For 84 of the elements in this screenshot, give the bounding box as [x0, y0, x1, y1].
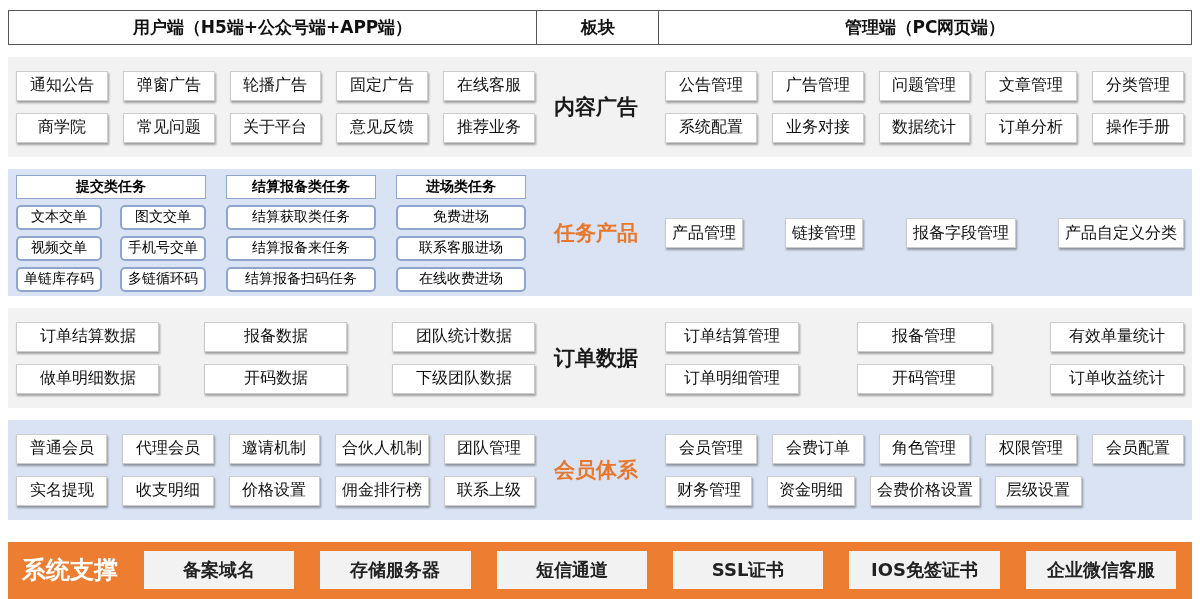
feature-item: 订单结算数据 [16, 321, 159, 352]
feature-item: 角色管理 [878, 433, 971, 464]
feature-item: 数据统计 [878, 112, 971, 143]
feature-item: 订单收益统计 [1049, 363, 1184, 394]
feature-item: 财务管理 [665, 475, 753, 506]
support-item: 短信通道 [496, 551, 647, 590]
feature-item: 团队统计数据 [392, 321, 535, 352]
task-item: 视频交单 [16, 235, 102, 261]
feature-item: 公告管理 [665, 70, 757, 101]
task-item: 联系客服进场 [396, 235, 526, 261]
support-item: 存储服务器 [320, 551, 471, 590]
group-title: 进场类任务 [396, 174, 526, 199]
task-item: 在线收费进场 [396, 266, 526, 292]
feature-item: 推荐业务 [443, 112, 535, 143]
task-item: 结算获取类任务 [226, 204, 376, 230]
section-label: 内容广告 [553, 93, 639, 121]
feature-item: 报备管理 [857, 321, 992, 352]
task-item: 结算报备扫码任务 [226, 266, 376, 292]
feature-item: 通知公告 [16, 70, 108, 101]
feature-item: 产品自定义分类 [1058, 218, 1184, 249]
support-item: 备案域名 [144, 551, 295, 590]
feature-item: 普通会员 [16, 433, 108, 464]
feature-item: 分类管理 [1092, 70, 1184, 101]
feature-item: 意见反馈 [336, 112, 429, 143]
feature-item: 广告管理 [771, 70, 864, 101]
group-title: 结算报备类任务 [226, 174, 376, 199]
task-item: 多链循环码 [120, 266, 206, 292]
feature-item: 团队管理 [443, 433, 535, 464]
feature-item: 操作手册 [1092, 112, 1184, 143]
feature-item: 邀请机制 [228, 433, 320, 464]
feature-item: 报备数据 [204, 321, 347, 352]
feature-item: 做单明细数据 [16, 363, 159, 394]
feature-item: 有效单量统计 [1049, 321, 1184, 352]
feature-item: 常见问题 [122, 112, 215, 143]
feature-item: 业务对接 [771, 112, 864, 143]
column-heading: 用户端（H5端+公众号端+APP端） [131, 15, 414, 39]
feature-item: 佣金排行榜 [334, 475, 429, 506]
feature-item: 弹窗广告 [122, 70, 215, 101]
feature-item: 关于平台 [229, 112, 322, 143]
feature-item: 联系上级 [443, 475, 535, 506]
support-item: SSL证书 [673, 551, 824, 590]
feature-item: 轮播广告 [229, 70, 322, 101]
feature-item: 实名提现 [16, 475, 108, 506]
feature-item: 代理会员 [122, 433, 214, 464]
feature-item: 文章管理 [985, 70, 1078, 101]
task-item: 免费进场 [396, 204, 526, 230]
feature-item: 会费价格设置 [869, 475, 980, 506]
section-label: 订单数据 [552, 344, 639, 372]
feature-item: 会员管理 [665, 433, 757, 464]
feature-item: 订单明细管理 [665, 363, 800, 394]
feature-item: 下级团队数据 [392, 363, 535, 394]
feature-item: 产品管理 [665, 218, 743, 249]
feature-item: 开码数据 [204, 363, 347, 394]
column-heading: 板块 [536, 11, 658, 44]
group-title: 提交类任务 [16, 174, 206, 199]
feature-item: 价格设置 [228, 475, 320, 506]
column-heading: 管理端（PC网页端） [658, 11, 1191, 44]
feature-item: 合伙人机制 [334, 433, 429, 464]
feature-item: 在线客服 [443, 70, 535, 101]
feature-item: 层级设置 [994, 475, 1082, 506]
feature-item: 链接管理 [785, 218, 864, 249]
feature-item: 资金明细 [767, 475, 855, 506]
feature-item: 会费订单 [771, 433, 864, 464]
feature-item: 订单分析 [985, 112, 1078, 143]
feature-item: 权限管理 [985, 433, 1078, 464]
task-item: 手机号交单 [120, 235, 206, 261]
feature-item: 商学院 [16, 112, 108, 143]
feature-item: 收支明细 [122, 475, 214, 506]
support-title: 系统支撑 [22, 555, 118, 587]
feature-item: 固定广告 [336, 70, 429, 101]
task-item: 文本交单 [16, 204, 102, 230]
task-item: 图文交单 [120, 204, 206, 230]
section-label: 任务产品 [552, 220, 639, 248]
feature-item: 会员配置 [1092, 433, 1184, 464]
task-item: 结算报备来任务 [226, 235, 376, 261]
feature-item: 问题管理 [878, 70, 971, 101]
section-label: 会员体系 [553, 456, 639, 484]
feature-item: 报备字段管理 [905, 218, 1016, 249]
task-item: 单链库存码 [16, 266, 102, 292]
feature-item: 开码管理 [857, 363, 992, 394]
support-item: 企业微信客服 [1025, 551, 1176, 590]
support-item: IOS免签证书 [849, 551, 1000, 590]
feature-item: 系统配置 [665, 112, 757, 143]
feature-item: 订单结算管理 [665, 321, 800, 352]
